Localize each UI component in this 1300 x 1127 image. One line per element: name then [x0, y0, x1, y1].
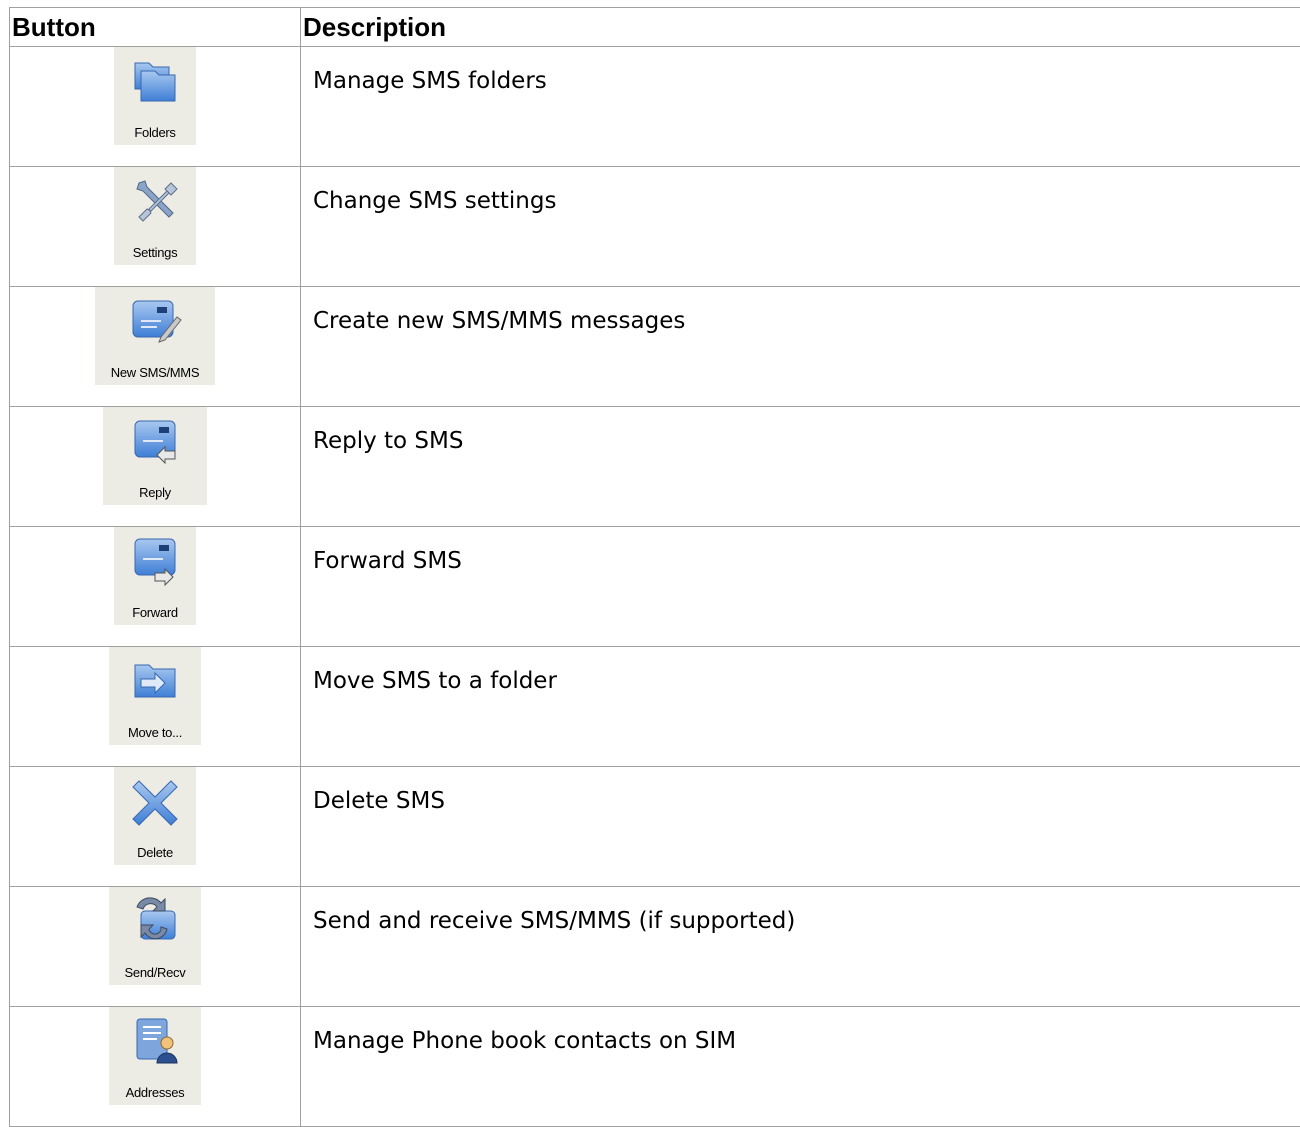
- button-caption: Forward: [114, 605, 196, 620]
- button-cell: Forward: [10, 527, 301, 647]
- description-cell: Manage SMS folders: [301, 47, 1300, 167]
- table-row: Addresses Manage Phone book contacts on …: [10, 1007, 1300, 1127]
- column-header-description: Description: [301, 8, 1300, 47]
- table-row: Move to... Move SMS to a folder: [10, 647, 1300, 767]
- send-receive-icon: [127, 893, 183, 949]
- button-caption: New SMS/MMS: [95, 365, 215, 380]
- reply-icon: [127, 413, 183, 469]
- table-row: Forward Forward SMS: [10, 527, 1300, 647]
- move-to-button[interactable]: Move to...: [109, 647, 201, 745]
- move-to-folder-icon: [127, 653, 183, 709]
- button-caption: Folders: [114, 125, 196, 140]
- folders-button[interactable]: Folders: [114, 47, 196, 145]
- button-caption: Reply: [103, 485, 207, 500]
- table-row: New SMS/MMS Create new SMS/MMS messages: [10, 287, 1300, 407]
- button-cell: Reply: [10, 407, 301, 527]
- button-cell: Move to...: [10, 647, 301, 767]
- settings-button[interactable]: Settings: [114, 167, 196, 265]
- delete-icon: [127, 773, 183, 829]
- button-cell: Delete: [10, 767, 301, 887]
- new-message-icon: [127, 293, 183, 349]
- new-sms-mms-button[interactable]: New SMS/MMS: [95, 287, 215, 385]
- button-caption: Delete: [114, 845, 196, 860]
- table-row: Folders Manage SMS folders: [10, 47, 1300, 167]
- button-cell: New SMS/MMS: [10, 287, 301, 407]
- description-cell: Move SMS to a folder: [301, 647, 1300, 767]
- send-receive-button[interactable]: Send/Recv: [109, 887, 201, 985]
- table-row: Reply Reply to SMS: [10, 407, 1300, 527]
- column-header-button: Button: [10, 8, 301, 47]
- button-cell: Addresses: [10, 1007, 301, 1127]
- description-cell: Delete SMS: [301, 767, 1300, 887]
- table-row: Settings Change SMS settings: [10, 167, 1300, 287]
- button-caption: Settings: [114, 245, 196, 260]
- button-cell: Send/Recv: [10, 887, 301, 1007]
- description-cell: Manage Phone book contacts on SIM: [301, 1007, 1300, 1127]
- button-description-table: Button Description Folders Manage SMS fo…: [9, 7, 1300, 1127]
- reply-button[interactable]: Reply: [103, 407, 207, 505]
- table-header-row: Button Description: [10, 8, 1300, 47]
- button-caption: Addresses: [109, 1085, 201, 1100]
- description-cell: Forward SMS: [301, 527, 1300, 647]
- description-cell: Change SMS settings: [301, 167, 1300, 287]
- forward-button[interactable]: Forward: [114, 527, 196, 625]
- table-row: Delete Delete SMS: [10, 767, 1300, 887]
- folders-icon: [127, 53, 183, 109]
- table-row: Send/Recv Send and receive SMS/MMS (if s…: [10, 887, 1300, 1007]
- button-cell: Settings: [10, 167, 301, 287]
- button-caption: Move to...: [109, 725, 201, 740]
- delete-button[interactable]: Delete: [114, 767, 196, 865]
- description-cell: Create new SMS/MMS messages: [301, 287, 1300, 407]
- addresses-icon: [127, 1013, 183, 1069]
- addresses-button[interactable]: Addresses: [109, 1007, 201, 1105]
- description-cell: Send and receive SMS/MMS (if supported): [301, 887, 1300, 1007]
- settings-icon: [127, 173, 183, 229]
- forward-icon: [127, 533, 183, 589]
- description-cell: Reply to SMS: [301, 407, 1300, 527]
- button-cell: Folders: [10, 47, 301, 167]
- button-caption: Send/Recv: [109, 965, 201, 980]
